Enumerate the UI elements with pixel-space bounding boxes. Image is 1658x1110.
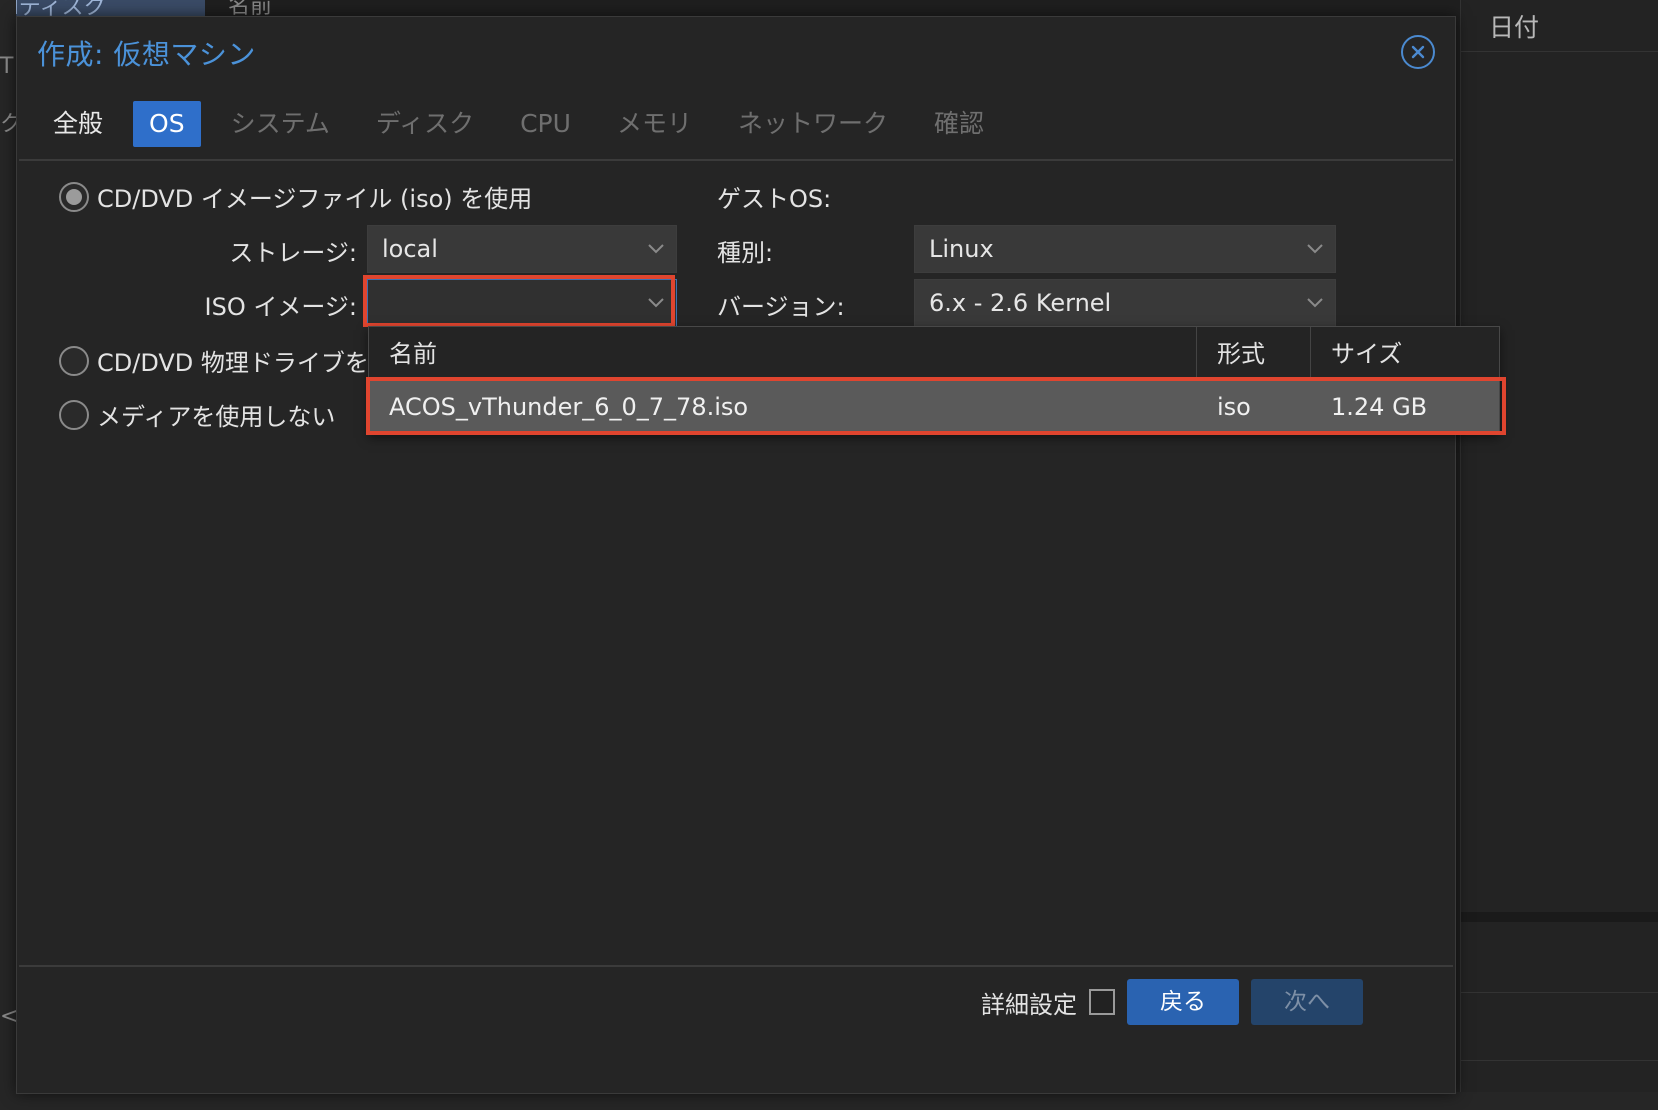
radio-label-no-media: メディアを使用しない	[97, 403, 336, 431]
radio-button-checked[interactable]	[59, 181, 89, 212]
radio-label-physical-drive: CD/DVD 物理ドライブを	[97, 349, 369, 377]
next-button[interactable]: 次へ	[1251, 979, 1363, 1025]
bg-bottom-strip	[0, 1092, 1658, 1110]
bg-right-header: 日付	[1461, 0, 1658, 52]
bg-column-fragment: 名前	[228, 0, 273, 16]
bg-left-fragment: <	[0, 1004, 16, 1029]
bg-right-panel: 日付	[1460, 0, 1658, 1110]
storage-value: local	[382, 235, 438, 263]
os-type-label: 種別:	[717, 239, 774, 267]
tab-memory[interactable]: メモリ	[601, 101, 708, 147]
bg-left-fragment: T	[0, 54, 14, 79]
tab-network[interactable]: ネットワーク	[722, 101, 904, 147]
iso-dropdown-list: 名前 形式 サイズ ACOS_vThunder_6_0_7_78.iso iso…	[368, 326, 1500, 434]
iso-image-select[interactable]	[367, 279, 677, 327]
bg-divider	[1461, 1060, 1658, 1061]
bg-date-column-header: 日付	[1489, 13, 1540, 42]
os-version-value: 6.x - 2.6 Kernel	[929, 289, 1112, 317]
footer-divider	[19, 965, 1453, 967]
bg-left-strip: T ク <	[0, 0, 16, 1110]
os-version-label: バージョン:	[717, 293, 845, 321]
wizard-tabs: 全般 OS システム ディスク CPU メモリ ネットワーク 確認	[37, 101, 1014, 147]
advanced-checkbox[interactable]	[1089, 989, 1115, 1015]
bg-tab-fragment: Mディスク	[0, 0, 205, 16]
tab-cpu[interactable]: CPU	[504, 101, 587, 147]
storage-label: ストレージ:	[229, 239, 357, 267]
chevron-down-icon[interactable]	[636, 280, 676, 326]
radio-no-media[interactable]: メディアを使用しない	[59, 397, 335, 432]
guest-os-heading: ゲストOS:	[717, 185, 832, 213]
radio-label-use-iso: CD/DVD イメージファイル (iso) を使用	[97, 185, 533, 213]
tab-disk[interactable]: ディスク	[360, 101, 490, 147]
bg-left-fragment: ク	[0, 112, 16, 137]
tab-divider	[19, 159, 1453, 161]
radio-use-iso[interactable]: CD/DVD イメージファイル (iso) を使用	[59, 179, 532, 214]
tab-os[interactable]: OS	[133, 101, 201, 147]
tab-system[interactable]: システム	[215, 101, 346, 147]
close-icon	[1411, 45, 1425, 59]
iso-file-format: iso	[1217, 393, 1251, 421]
dialog-title: 作成: 仮想マシン	[37, 38, 256, 71]
column-header-name[interactable]: 名前	[369, 327, 1197, 381]
back-button[interactable]: 戻る	[1127, 979, 1239, 1025]
tab-general[interactable]: 全般	[37, 101, 119, 147]
create-vm-dialog: 作成: 仮想マシン 全般 OS システム ディスク CPU メモリ ネットワーク…	[16, 16, 1456, 1094]
os-type-select[interactable]: Linux	[914, 225, 1336, 273]
iso-list-header: 名前 形式 サイズ	[369, 327, 1499, 381]
chevron-down-icon[interactable]	[1295, 280, 1335, 326]
column-header-size[interactable]: サイズ	[1311, 327, 1499, 381]
iso-list-row[interactable]: ACOS_vThunder_6_0_7_78.iso iso 1.24 GB	[369, 381, 1499, 433]
radio-dot	[66, 188, 82, 205]
chevron-down-icon[interactable]	[636, 226, 676, 272]
bg-divider	[1461, 992, 1658, 993]
storage-select[interactable]: local	[367, 225, 677, 273]
radio-physical-drive[interactable]: CD/DVD 物理ドライブを	[59, 343, 369, 378]
tab-confirm[interactable]: 確認	[918, 101, 1000, 147]
os-version-select[interactable]: 6.x - 2.6 Kernel	[914, 279, 1336, 327]
iso-image-label: ISO イメージ:	[204, 293, 357, 321]
advanced-label: 詳細設定	[981, 991, 1077, 1019]
chevron-down-icon[interactable]	[1295, 226, 1335, 272]
os-type-value: Linux	[929, 235, 994, 263]
iso-file-size: 1.24 GB	[1331, 393, 1428, 421]
radio-button[interactable]	[59, 345, 89, 376]
bg-divider	[1461, 912, 1658, 922]
column-header-format[interactable]: 形式	[1197, 327, 1311, 381]
iso-file-name: ACOS_vThunder_6_0_7_78.iso	[389, 393, 749, 421]
close-button[interactable]	[1401, 35, 1435, 69]
radio-button[interactable]	[59, 399, 89, 430]
